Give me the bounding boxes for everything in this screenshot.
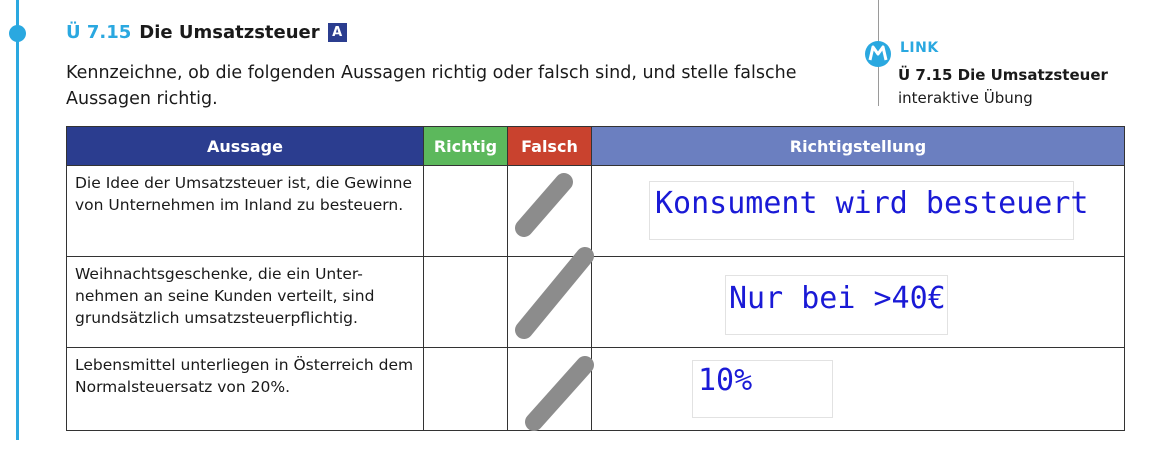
- table-row: Die Idee der Umsatzsteuer ist, die Gewin…: [66, 165, 1125, 257]
- margin-dot: [9, 25, 26, 42]
- header-richtigstellung: Richtigstellung: [591, 126, 1125, 166]
- exercise-heading: Ü 7.15 Die Umsatzsteuer A: [66, 22, 347, 43]
- falsch-checkbox-cell[interactable]: [507, 256, 592, 348]
- handwritten-answer: Nur bei >40€: [729, 281, 946, 316]
- richtig-checkbox-cell[interactable]: [423, 347, 508, 431]
- statement-text: Lebensmittel unterliegen in Österreich d…: [66, 347, 424, 431]
- richtig-checkbox-cell[interactable]: [423, 165, 508, 257]
- statement-text: Weihnachtsgeschenke, die ein Unter- nehm…: [66, 256, 424, 348]
- correction-cell[interactable]: 10%: [591, 347, 1125, 431]
- margin-line: [16, 0, 19, 440]
- exercise-title: Die Umsatzsteuer: [139, 22, 320, 43]
- richtig-checkbox-cell[interactable]: [423, 256, 508, 348]
- statement-table: Aussage Richtig Falsch Richtigstellung D…: [66, 126, 1125, 431]
- falsch-checkbox-cell[interactable]: [507, 165, 592, 257]
- handwritten-answer: 10%: [698, 363, 753, 398]
- falsch-checkbox-cell[interactable]: [507, 347, 592, 431]
- link-title: Ü 7.15 Die Umsatzsteuer: [898, 66, 1108, 84]
- level-badge: A: [327, 23, 347, 42]
- header-falsch: Falsch: [507, 126, 592, 166]
- table-header-row: Aussage Richtig Falsch Richtigstellung: [66, 126, 1125, 166]
- exercise-number: Ü 7.15: [66, 22, 132, 43]
- table-row: Lebensmittel unterliegen in Österreich d…: [66, 347, 1125, 431]
- link-subtitle: interaktive Übung: [898, 89, 1033, 107]
- m-link-icon: [865, 41, 891, 67]
- handwritten-answer: Konsument wird besteuert: [655, 186, 1089, 221]
- exercise-instruction: Kennzeichne, ob die folgenden Aussagen r…: [66, 63, 797, 109]
- correction-cell[interactable]: Nur bei >40€: [591, 256, 1125, 348]
- statement-text: Die Idee der Umsatzsteuer ist, die Gewin…: [66, 165, 424, 257]
- table-row: Weihnachtsgeschenke, die ein Unter- nehm…: [66, 256, 1125, 348]
- correction-cell[interactable]: Konsument wird besteuert: [591, 165, 1125, 257]
- header-richtig: Richtig: [423, 126, 508, 166]
- header-aussage: Aussage: [66, 126, 424, 166]
- link-label: LINK: [900, 40, 939, 56]
